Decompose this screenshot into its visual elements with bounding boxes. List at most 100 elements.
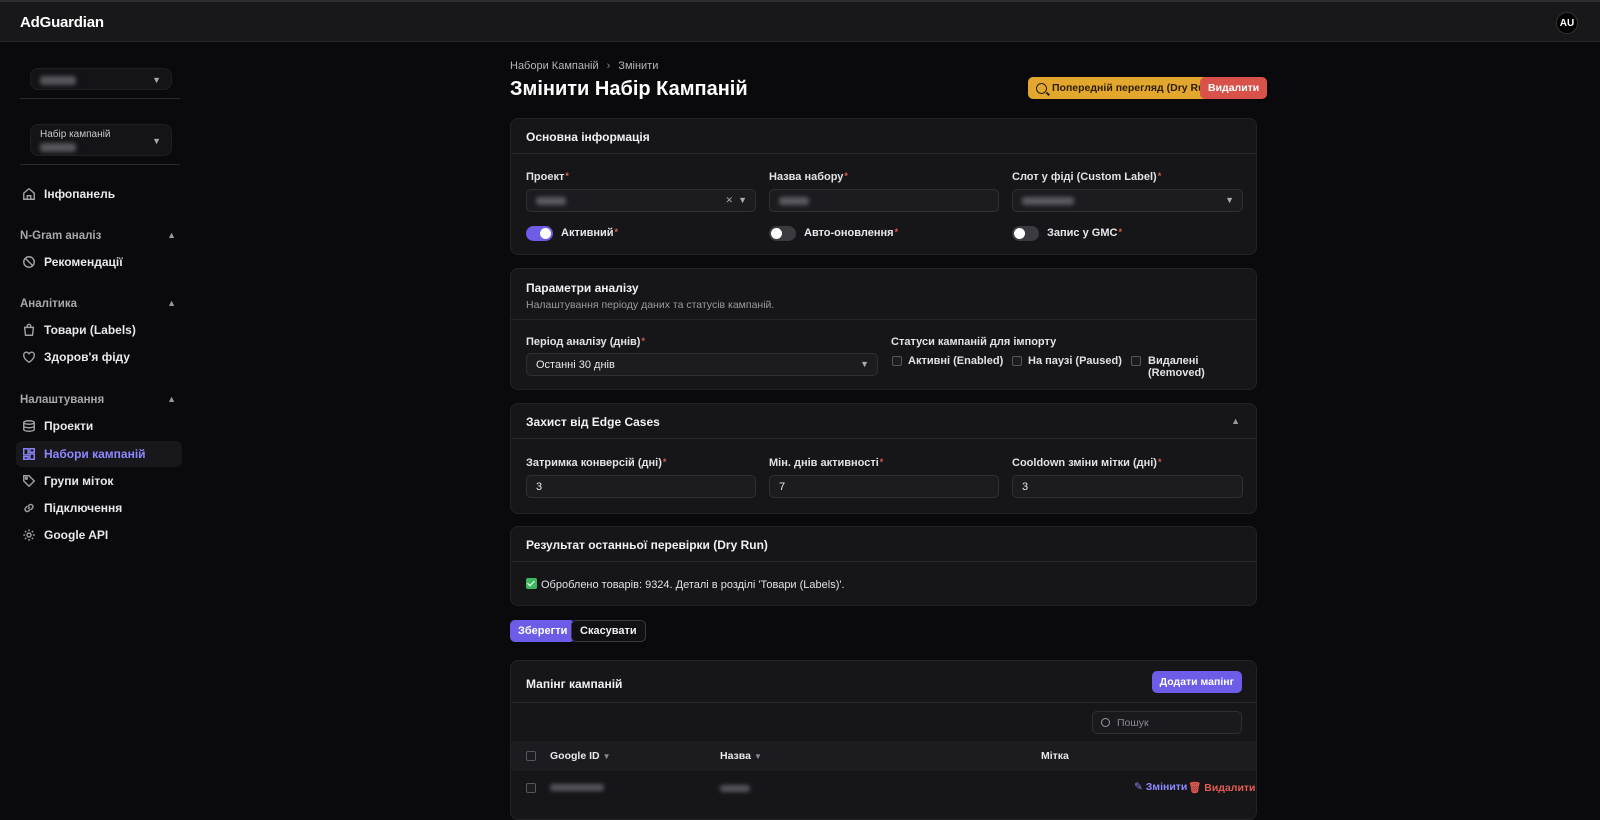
dry-run-button-label: Попередній перегляд (Dry Run) (1052, 82, 1215, 94)
select-all-checkbox[interactable] (526, 751, 536, 761)
sidebar-group-settings[interactable]: Налаштування ▲ (20, 394, 178, 406)
search-input[interactable] (1117, 717, 1227, 729)
breadcrumb: Набори Кампаній › Змінити (510, 60, 658, 72)
breadcrumb-parent[interactable]: Набори Кампаній (510, 60, 599, 72)
chevron-down-icon: ▼ (152, 136, 161, 146)
project-field[interactable]: ✕ ▼ (526, 189, 756, 212)
cancel-button[interactable]: Скасувати (571, 620, 646, 642)
min-active-days-input[interactable] (769, 475, 999, 498)
gmc-write-label: Запис у GMC* (1047, 227, 1122, 239)
sidebar-divider (20, 164, 180, 165)
feed-slot-select[interactable]: ▼ (1012, 189, 1243, 212)
app-logo[interactable]: AdGuardian (20, 14, 104, 31)
chevron-down-icon: ▼ (602, 752, 611, 761)
status-paused-label: На паузі (Paused) (1028, 355, 1122, 367)
auto-update-toggle[interactable] (769, 226, 796, 241)
project-label: Проект* (526, 171, 569, 183)
sidebar-item-connections[interactable]: Підключення (16, 495, 182, 521)
sidebar-item-projects[interactable]: Проекти (16, 413, 182, 439)
sidebar-item-label: Здоров'я фіду (44, 350, 130, 364)
campaign-set-select-value (40, 143, 76, 152)
status-enabled-label: Активні (Enabled) (908, 355, 1004, 367)
edge-cases-card: Захист від Edge Cases ▲ Затримка конверс… (510, 403, 1257, 514)
user-avatar[interactable]: AU (1556, 12, 1578, 34)
cooldown-input[interactable] (1012, 475, 1243, 498)
status-removed-label: Видалені (Removed) (1148, 355, 1205, 379)
conversion-delay-input[interactable] (526, 475, 756, 498)
heart-icon (22, 350, 36, 364)
row-edit-link[interactable]: ✎ Змінити (1134, 781, 1187, 793)
gmc-write-toggle[interactable] (1012, 226, 1039, 241)
period-label: Період аналізу (днів)* (526, 336, 645, 348)
period-select-value: Останні 30 днів (536, 359, 615, 371)
project-select[interactable]: ▼ (30, 68, 172, 90)
status-enabled-checkbox[interactable] (892, 356, 902, 366)
sidebar-item-label: Рекомендації (44, 255, 123, 269)
active-toggle[interactable] (526, 226, 553, 241)
gear-icon (22, 528, 36, 542)
sidebar-item-label: Групи міток (44, 474, 114, 488)
feed-slot-label: Слот у фіді (Custom Label)* (1012, 171, 1162, 183)
min-active-days-label: Мін. днів активності* (769, 457, 884, 469)
sidebar-group-analytics[interactable]: Аналітика ▲ (20, 298, 178, 310)
sidebar-item-recommendations[interactable]: Рекомендації (16, 249, 182, 275)
card-title: Параметри аналізу (526, 281, 639, 295)
auto-update-label: Авто-оновлення* (804, 227, 899, 239)
clear-icon[interactable]: ✕ (725, 195, 733, 206)
card-title: Результат останньої перевірки (Dry Run) (511, 527, 1256, 562)
chevron-up-icon: ▲ (167, 298, 176, 308)
sidebar-item-dashboard[interactable]: Інфопанель (16, 181, 182, 207)
chevron-up-icon: ▲ (167, 230, 176, 240)
sidebar-divider (20, 98, 180, 99)
chevron-up-icon: ▲ (167, 394, 176, 404)
status-removed-checkbox[interactable] (1131, 356, 1141, 366)
table-header: Google ID ▼ Назва ▼ Мітка (511, 741, 1256, 771)
status-paused-checkbox[interactable] (1012, 356, 1022, 366)
statuses-label: Статуси кампаній для імпорту (891, 336, 1057, 348)
chevron-right-icon: › (606, 60, 611, 72)
campaign-set-select[interactable]: Набір кампаній ▼ (30, 124, 172, 156)
column-google-id[interactable]: Google ID ▼ (550, 750, 611, 762)
column-name[interactable]: Назва ▼ (720, 750, 762, 762)
search-box[interactable] (1092, 711, 1242, 734)
layout-grid-icon (22, 447, 36, 461)
conversion-delay-label: Затримка конверсій (дні)* (526, 457, 667, 469)
sidebar-group-ngram[interactable]: N-Gram аналіз ▲ (20, 230, 178, 242)
sidebar-item-campaign-sets[interactable]: Набори кампаній (16, 441, 182, 467)
sidebar-item-label-groups[interactable]: Групи міток (16, 468, 182, 494)
chevron-down-icon: ▼ (738, 195, 747, 205)
row-checkbox[interactable] (526, 783, 536, 793)
sidebar-item-label: Товари (Labels) (44, 323, 136, 337)
ban-icon (22, 255, 36, 269)
save-button[interactable]: Зберегти (510, 620, 576, 642)
row-google-id (550, 784, 604, 791)
set-name-field[interactable] (769, 189, 999, 212)
delete-button[interactable]: Видалити (1200, 77, 1268, 99)
chevron-down-icon: ▼ (1225, 195, 1234, 205)
sidebar-item-label: Набори кампаній (44, 447, 146, 461)
chevron-up-icon[interactable]: ▲ (1231, 416, 1240, 426)
cooldown-label: Cooldown зміни мітки (дні)* (1012, 457, 1162, 469)
row-delete-link[interactable]: 🗑 Видалити (1188, 781, 1256, 794)
tag-icon (22, 474, 36, 488)
card-header: Параметри аналізу Налаштування періоду д… (511, 269, 1256, 320)
sidebar-item-products[interactable]: Товари (Labels) (16, 317, 182, 343)
sidebar-group-title: Налаштування (20, 394, 105, 406)
sidebar-item-feed-health[interactable]: Здоров'я фіду (16, 344, 182, 370)
sidebar-item-label: Google API (44, 528, 109, 542)
sidebar-group-title: Аналітика (20, 298, 78, 310)
dry-run-result-message: Оброблено товарів: 9324. Деталі в розділ… (526, 578, 845, 591)
dry-run-button[interactable]: Попередній перегляд (Dry Run) (1028, 77, 1223, 99)
project-select-value (40, 76, 76, 85)
period-select[interactable]: Останні 30 днів ▼ (526, 353, 878, 376)
sidebar-item-label: Інфопанель (44, 187, 116, 201)
card-title[interactable]: Захист від Edge Cases (511, 404, 1256, 439)
sidebar-item-google-api[interactable]: Google API (16, 522, 182, 548)
add-mapping-button[interactable]: Додати мапінг (1151, 671, 1242, 693)
set-name-label: Назва набору* (769, 171, 848, 183)
check-icon (526, 578, 537, 589)
campaign-mapping-card: Мапінг кампаній Додати мапінг Google ID▼… (510, 660, 1257, 820)
breadcrumb-current: Змінити (618, 60, 659, 72)
column-label: Мітка (1041, 750, 1069, 762)
chevron-down-icon: ▼ (152, 75, 161, 85)
